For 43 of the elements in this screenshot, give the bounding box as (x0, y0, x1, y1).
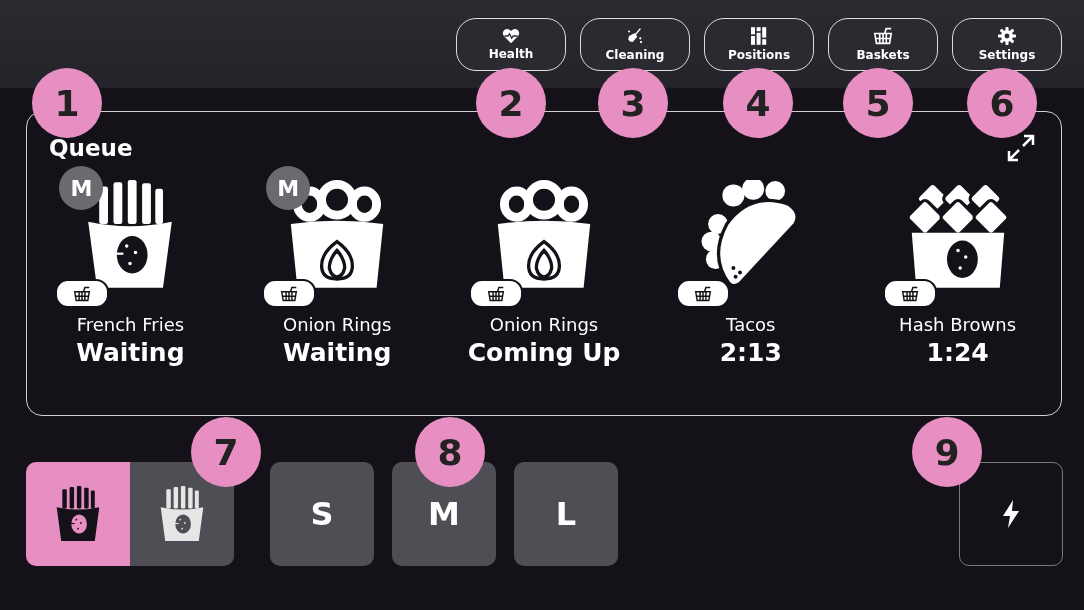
size-badge: M (266, 166, 311, 210)
queue-title: Queue (49, 135, 133, 161)
item-status: 2:13 (719, 337, 782, 369)
size-button[interactable]: S (270, 462, 374, 566)
size-button[interactable]: L (514, 462, 618, 566)
grid-icon (751, 27, 767, 45)
toolbar-button[interactable]: Health (456, 18, 566, 71)
callout-tooltip: 1 (32, 68, 102, 138)
callout-tooltip: 7 (191, 417, 261, 487)
item-name: Hash Browns (899, 314, 1017, 336)
item-name: Tacos (726, 314, 776, 336)
callout-tooltip: 6 (967, 68, 1037, 138)
callout-tooltip: 5 (843, 68, 913, 138)
item-status: 1:24 (926, 337, 989, 369)
heart-pulse-icon (502, 28, 520, 44)
broom-icon (626, 27, 644, 45)
item-name: Onion Rings (489, 314, 599, 336)
boost-button[interactable] (959, 462, 1063, 566)
lightning-icon (1000, 499, 1022, 529)
callout-tooltip: 3 (598, 68, 668, 138)
basket-icon (873, 27, 893, 45)
item-status: Coming Up (467, 337, 621, 369)
callout-tooltip: 8 (415, 417, 485, 487)
basket-icon (693, 285, 712, 302)
item-status: Waiting (283, 337, 392, 369)
basket-icon (900, 285, 919, 302)
size-badge: M (59, 166, 104, 210)
item-status: Waiting (76, 337, 185, 369)
product-toggle-button[interactable] (26, 462, 130, 566)
callout-tooltip: 9 (912, 417, 982, 487)
toolbar-button[interactable]: Settings (952, 18, 1062, 71)
item-name: French Fries (76, 314, 185, 336)
toolbar-button[interactable]: Cleaning (580, 18, 690, 71)
basket-icon (280, 285, 299, 302)
basket-icon (73, 285, 92, 302)
basket-icon (487, 285, 505, 302)
callout-tooltip: 4 (723, 68, 793, 138)
expand-icon[interactable] (1005, 132, 1037, 164)
item-name: Onion Rings (282, 314, 392, 336)
settings-icon (998, 27, 1016, 45)
toolbar-button[interactable]: Baskets (828, 18, 938, 71)
callout-tooltip: 2 (476, 68, 546, 138)
toolbar-button[interactable]: Positions (704, 18, 814, 71)
